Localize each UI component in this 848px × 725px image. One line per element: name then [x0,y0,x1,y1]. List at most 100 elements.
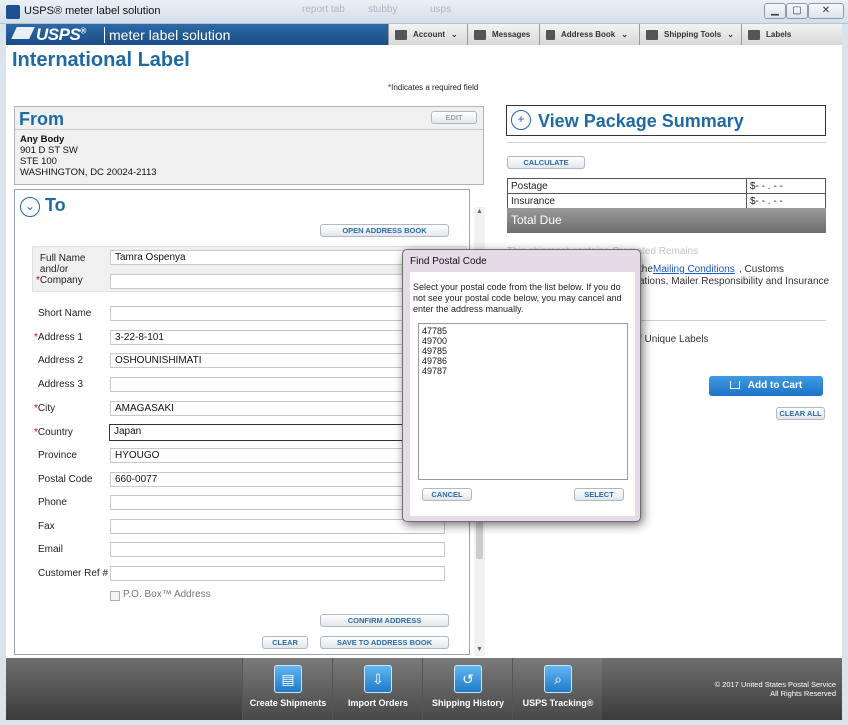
import-orders-icon: ⇩ [364,665,392,693]
nav-create-shipments[interactable]: ▤ Create Shipments [242,658,332,720]
po-box-label: P.O. Box™ Address [123,589,211,600]
email-input[interactable] [110,542,445,557]
scroll-up-icon[interactable]: ▲ [476,208,483,215]
shipping-history-icon: ↺ [454,665,482,693]
divider [507,142,826,143]
responsibility-text: ations, Mailer Responsibility and Insura… [639,276,830,287]
from-street: 901 D ST SW [20,145,78,156]
list-item[interactable]: 49700 [422,336,624,346]
menu-address-book[interactable]: Address Book ⌄ [539,24,639,45]
scrollbar-thumb[interactable] [476,519,483,559]
list-item[interactable]: 49786 [422,356,624,366]
menu-labels[interactable]: Labels [741,24,842,45]
address1-label: *Address 1 [34,332,83,343]
app-icon [6,5,20,19]
customer-ref-label: Customer Ref # [38,568,109,579]
from-heading: From [19,109,64,129]
cart-icon [748,29,760,40]
phone-input[interactable] [110,495,450,510]
list-item[interactable]: 49785 [422,346,624,356]
clear-all-button[interactable]: CLEAR ALL [776,407,825,420]
usps-logo[interactable]: USPS® [11,25,86,45]
email-label: Email [38,544,64,555]
fax-label: Fax [38,521,55,532]
to-heading: To [45,195,66,215]
calculate-button[interactable]: CALCULATE [507,156,585,169]
add-to-cart-button[interactable]: Add to Cart [709,376,823,396]
eagle-icon [11,27,35,39]
copyright: © 2017 United States Postal Service All … [714,680,836,698]
menu-account[interactable]: Account ⌄ [388,24,467,45]
postal-code-list[interactable]: 47785 49700 49785 49786 49787 [418,323,628,480]
city-input[interactable]: AMAGASAKI [110,401,450,416]
expand-summary-icon[interactable]: + [511,110,531,130]
account-icon [395,29,407,40]
list-item[interactable]: 47785 [422,326,624,336]
confirm-address-button[interactable]: CONFIRM ADDRESS [320,614,449,627]
customs-text: , Customs [739,264,785,275]
maximize-button[interactable]: ▢ [786,3,808,19]
address1-input[interactable]: 3-22-8-101 [110,330,450,345]
from-suite: STE 100 [20,156,57,167]
insurance-label: Insurance [507,193,747,209]
company-input[interactable] [110,274,450,289]
province-label: Province [38,450,77,461]
cost-table: Postage $- - . - - Insurance $- - . - - [507,178,826,209]
province-input[interactable]: HYOUGO [110,448,450,463]
nav-label: Create Shipments [249,698,327,708]
create-shipments-icon: ▤ [274,665,302,693]
nav-usps-tracking[interactable]: ⌕ USPS Tracking® [512,658,602,720]
chevron-down-icon: ⌄ [621,30,628,39]
address3-input[interactable] [110,377,450,392]
edit-from-button[interactable]: EDIT [431,111,477,124]
app-name: meter label solution [104,27,230,43]
country-label: *Country [34,427,73,438]
required-field-note: *Indicates a required field [388,83,479,92]
clear-button[interactable]: CLEAR [262,636,308,649]
mailing-conditions-link[interactable]: Mailing Conditions [653,264,735,275]
nav-shipping-history[interactable]: ↺ Shipping History [422,658,512,720]
postage-label: Postage [507,178,747,194]
address-book-icon [546,29,555,40]
open-address-book-button[interactable]: OPEN ADDRESS BOOK [320,224,449,237]
unique-labels-text: f Unique Labels [639,334,709,345]
menu-shipping-tools[interactable]: Shipping Tools ⌄ [639,24,741,45]
usps-tracking-icon: ⌕ [544,665,572,693]
package-summary-header[interactable]: + View Package Summary [506,105,826,136]
minimize-button[interactable]: ▁ [764,3,786,19]
from-name: Any Body [20,134,65,145]
bottom-nav-bar: ▤ Create Shipments ⇩ Import Orders ↺ Shi… [6,658,842,720]
postal-code-input[interactable]: 660-0077 [110,472,450,487]
po-box-checkbox[interactable] [110,591,120,601]
nav-import-orders[interactable]: ⇩ Import Orders [332,658,422,720]
select-button[interactable]: SELECT [574,488,624,501]
dialog-instructions: Select your postal code from the list be… [413,282,622,314]
short-name-input[interactable] [110,306,450,321]
close-button[interactable]: ✕ [808,3,844,19]
table-row: Postage $- - . - - [507,178,826,194]
from-address: Any Body 901 D ST SW STE 100 WASHINGTON,… [15,130,483,182]
from-city-state: WASHINGTON, DC 20024-2113 [20,167,157,178]
customer-ref-input[interactable] [110,566,445,581]
collapse-to-icon[interactable]: ⌄ [20,197,40,217]
country-select[interactable]: Japan [109,424,451,441]
full-name-input[interactable]: Tamra Ospenya [110,250,450,265]
postage-value: $- - . - - [746,178,826,194]
dialog-body: Select your postal code from the list be… [410,272,635,516]
save-to-address-book-button[interactable]: SAVE TO ADDRESS BOOK [320,636,449,649]
find-postal-code-dialog: Find Postal Code Select your postal code… [402,249,641,522]
menu-messages[interactable]: Messages [467,24,539,45]
fax-input[interactable] [110,519,445,534]
package-summary-heading: View Package Summary [538,111,744,131]
list-item[interactable]: 49787 [422,366,624,376]
from-header: From EDIT [15,107,483,130]
address3-label: Address 3 [38,379,84,390]
divider [639,320,826,321]
scroll-down-icon[interactable]: ▼ [476,646,483,653]
from-panel: From EDIT Any Body 901 D ST SW STE 100 W… [14,106,484,185]
dialog-title: Find Postal Code [410,256,487,267]
cancel-button[interactable]: CANCEL [422,488,472,501]
chevron-down-icon: ⌄ [451,30,458,39]
postal-code-label: Postal Code [38,474,93,485]
address2-input[interactable]: OSHOUNISHIMATI [110,353,450,368]
